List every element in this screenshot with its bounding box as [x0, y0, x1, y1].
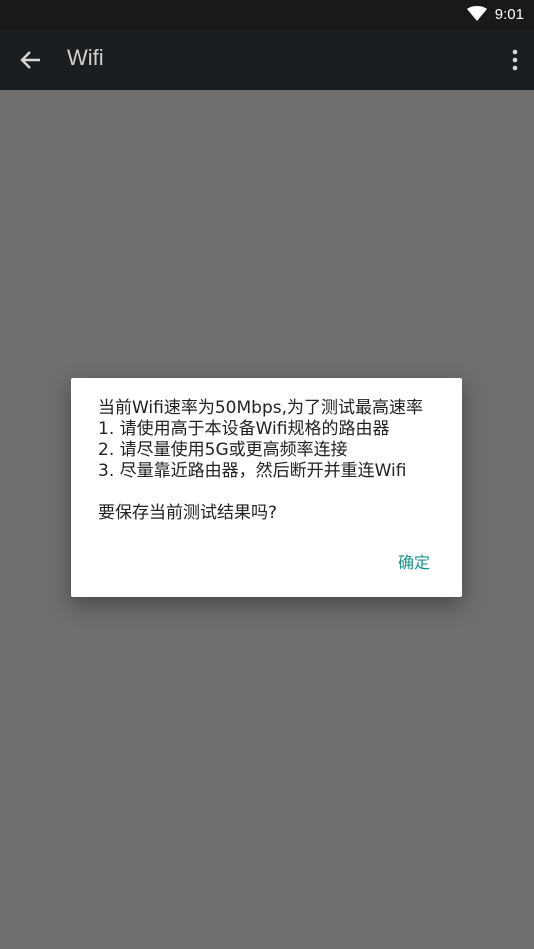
status-bar: 9:01: [0, 0, 534, 29]
status-right: 9:01: [466, 4, 524, 24]
dialog-message: 当前Wifi速率为50Mbps,为了测试最高速率 1. 请使用高于本设备Wifi…: [98, 398, 448, 524]
dialog-spacer: [98, 482, 448, 503]
dialog-line-2: 1. 请使用高于本设备Wifi规格的路由器: [98, 419, 390, 439]
dialog-line-3: 2. 请尽量使用5G或更高频率连接: [98, 440, 348, 460]
dialog-line-1: 当前Wifi速率为50Mbps,为了测试最高速率: [98, 398, 424, 418]
wifi-icon: [466, 6, 487, 22]
overflow-menu-icon[interactable]: [510, 47, 520, 73]
back-arrow-icon[interactable]: [18, 47, 44, 73]
confirm-button[interactable]: 确定: [398, 549, 430, 573]
dialog-question: 要保存当前测试结果吗?: [98, 503, 278, 523]
save-result-dialog: 当前Wifi速率为50Mbps,为了测试最高速率 1. 请使用高于本设备Wifi…: [71, 378, 462, 597]
app-bar: Wifi: [0, 29, 534, 90]
page-title: Wifi: [67, 45, 104, 70]
dialog-line-4: 3. 尽量靠近路由器，然后断开并重连Wifi: [98, 461, 407, 481]
status-time: 9:01: [494, 5, 524, 23]
